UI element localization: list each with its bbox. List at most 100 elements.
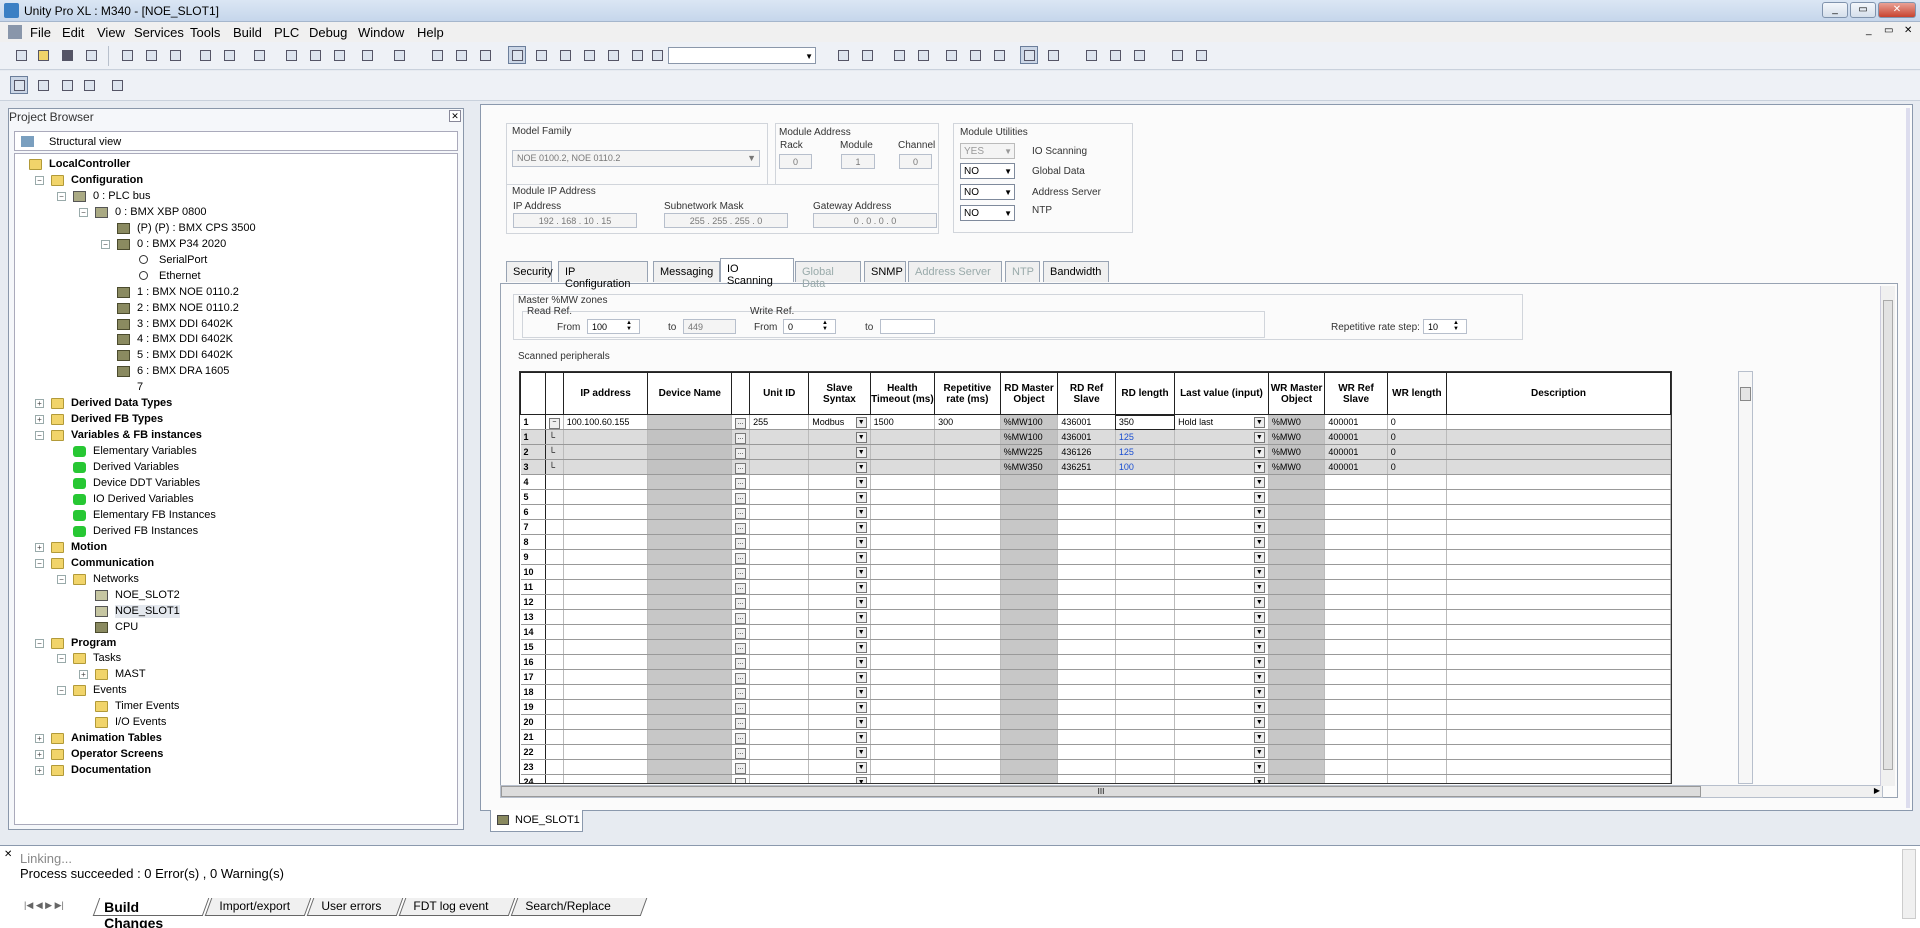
unit-cell[interactable] xyxy=(749,624,810,640)
tree-item[interactable]: 7 xyxy=(137,381,143,394)
run-icon[interactable] xyxy=(942,46,960,64)
description-cell[interactable] xyxy=(1446,684,1671,700)
row-toggle[interactable]: − xyxy=(545,414,564,430)
health-cell[interactable] xyxy=(870,669,936,685)
unit-cell[interactable] xyxy=(749,489,810,505)
rdm-cell[interactable] xyxy=(1000,699,1059,715)
tab-address-server[interactable]: Address Server xyxy=(908,261,1002,282)
wrlen-cell[interactable] xyxy=(1387,684,1448,700)
build-icon[interactable] xyxy=(452,46,470,64)
wrlen-cell[interactable] xyxy=(1387,549,1448,565)
rdref-cell[interactable] xyxy=(1057,579,1116,595)
rdref-cell[interactable] xyxy=(1057,744,1116,760)
last-value-cell[interactable]: ▼ xyxy=(1174,474,1269,490)
ntp-select[interactable]: NO ▼ xyxy=(960,205,1015,221)
tree-item[interactable]: NOE_SLOT2 xyxy=(115,589,180,602)
tree-item[interactable]: 5 : BMX DDI 6402K xyxy=(137,349,233,362)
wrm-cell[interactable] xyxy=(1268,564,1326,580)
browse-button[interactable]: ... xyxy=(731,564,751,580)
rdlen-cell[interactable] xyxy=(1115,534,1176,550)
tree-item[interactable]: Derived FB Types xyxy=(71,413,163,426)
rate-cell[interactable] xyxy=(934,474,1001,490)
ip-cell[interactable]: 100.100.60.155 xyxy=(563,414,649,430)
new-project-icon[interactable] xyxy=(12,46,30,64)
rdlen-cell[interactable] xyxy=(1115,774,1176,783)
table-row[interactable]: 21... ▼ ▼ xyxy=(520,729,1671,745)
last-value-cell[interactable]: ▼ xyxy=(1174,684,1269,700)
chevron-down-icon[interactable]: ▼ xyxy=(855,656,867,668)
wrlen-cell[interactable] xyxy=(1387,594,1448,610)
device-name-cell[interactable] xyxy=(647,624,733,640)
device-name-cell[interactable] xyxy=(647,564,733,580)
tree-item[interactable]: Configuration xyxy=(71,174,143,187)
chevron-down-icon[interactable]: ▼ xyxy=(855,431,867,443)
browse-button[interactable]: ... xyxy=(731,699,751,715)
tab-messaging[interactable]: Messaging xyxy=(653,261,720,282)
ip-cell[interactable] xyxy=(563,609,649,625)
wrref-cell[interactable] xyxy=(1324,609,1388,625)
validate-icon[interactable] xyxy=(250,46,268,64)
device-name-cell[interactable] xyxy=(647,684,733,700)
wrlen-cell[interactable] xyxy=(1387,474,1448,490)
unit-cell[interactable] xyxy=(749,744,810,760)
wrref-cell[interactable] xyxy=(1324,744,1388,760)
table-row[interactable]: 18... ▼ ▼ xyxy=(520,684,1671,700)
wrlen-cell[interactable] xyxy=(1387,504,1448,520)
chevron-down-icon[interactable]: ▼ xyxy=(1253,491,1265,503)
last-value-cell[interactable]: ▼ xyxy=(1174,624,1269,640)
menu-services[interactable]: Services xyxy=(134,25,184,40)
rdlen-cell[interactable] xyxy=(1115,564,1176,580)
wrlen-cell[interactable] xyxy=(1387,699,1448,715)
tree-expand-toggle[interactable]: − xyxy=(57,574,66,584)
connect-icon[interactable] xyxy=(834,46,852,64)
health-cell[interactable] xyxy=(870,504,936,520)
row-toggle[interactable] xyxy=(545,729,564,745)
rdlen-cell[interactable] xyxy=(1115,639,1176,655)
chevron-down-icon[interactable]: ▼ xyxy=(1253,536,1265,548)
health-cell[interactable] xyxy=(870,774,936,783)
wrlen-cell[interactable] xyxy=(1387,534,1448,550)
row-toggle[interactable] xyxy=(545,519,564,535)
module-field[interactable]: 1 xyxy=(841,154,875,169)
last-value-cell[interactable]: ▼ xyxy=(1174,489,1269,505)
wrm-cell[interactable] xyxy=(1268,474,1326,490)
tree-item[interactable]: 1 : BMX NOE 0110.2 xyxy=(137,286,239,299)
read-from-field[interactable]: 100 xyxy=(587,319,640,334)
rdref-cell[interactable] xyxy=(1057,534,1116,550)
unit-cell[interactable] xyxy=(749,684,810,700)
tree-item[interactable]: Timer Events xyxy=(115,700,179,713)
menu-plc[interactable]: PLC xyxy=(274,25,299,40)
table-row[interactable]: 9... ▼ ▼ xyxy=(520,549,1671,565)
device-name-cell[interactable] xyxy=(647,699,733,715)
last-value-cell[interactable]: ▼ xyxy=(1174,609,1269,625)
unit-cell[interactable] xyxy=(749,504,810,520)
unit-cell[interactable] xyxy=(749,474,810,490)
rate-step-field[interactable]: 10 xyxy=(1423,319,1467,334)
chevron-down-icon[interactable]: ▼ xyxy=(855,746,867,758)
rdlen-cell[interactable]: 100 xyxy=(1115,459,1176,475)
tab-ntp[interactable]: NTP xyxy=(1005,261,1040,282)
goto-icon[interactable] xyxy=(330,46,348,64)
init-icon[interactable] xyxy=(990,46,1008,64)
rdlen-cell[interactable] xyxy=(1115,714,1176,730)
channel-field[interactable]: 0 xyxy=(899,154,932,169)
rdlen-cell[interactable] xyxy=(1115,729,1176,745)
mdi-close-button[interactable]: ✕ xyxy=(1904,25,1912,36)
chevron-down-icon[interactable]: ▼ xyxy=(855,761,867,773)
row-toggle[interactable] xyxy=(545,609,564,625)
ip-cell[interactable] xyxy=(563,519,649,535)
tree-expand-toggle[interactable]: − xyxy=(35,638,44,648)
ip-cell[interactable] xyxy=(563,684,649,700)
structural-view-tab[interactable]: Structural view xyxy=(14,131,458,151)
tree-item[interactable]: Program xyxy=(71,637,116,650)
chevron-down-icon[interactable]: ▼ xyxy=(1253,596,1265,608)
tree-item[interactable]: Variables & FB instances xyxy=(71,429,202,442)
rdlen-cell[interactable] xyxy=(1115,504,1176,520)
tree-expand-toggle[interactable]: − xyxy=(57,654,66,664)
row-toggle[interactable] xyxy=(545,774,564,783)
ip-cell[interactable] xyxy=(563,714,649,730)
ip-cell[interactable] xyxy=(563,759,649,775)
slave-syntax-cell[interactable]: ▼ xyxy=(808,609,871,625)
browse-button[interactable]: ... xyxy=(731,729,751,745)
rdlen-cell[interactable] xyxy=(1115,624,1176,640)
